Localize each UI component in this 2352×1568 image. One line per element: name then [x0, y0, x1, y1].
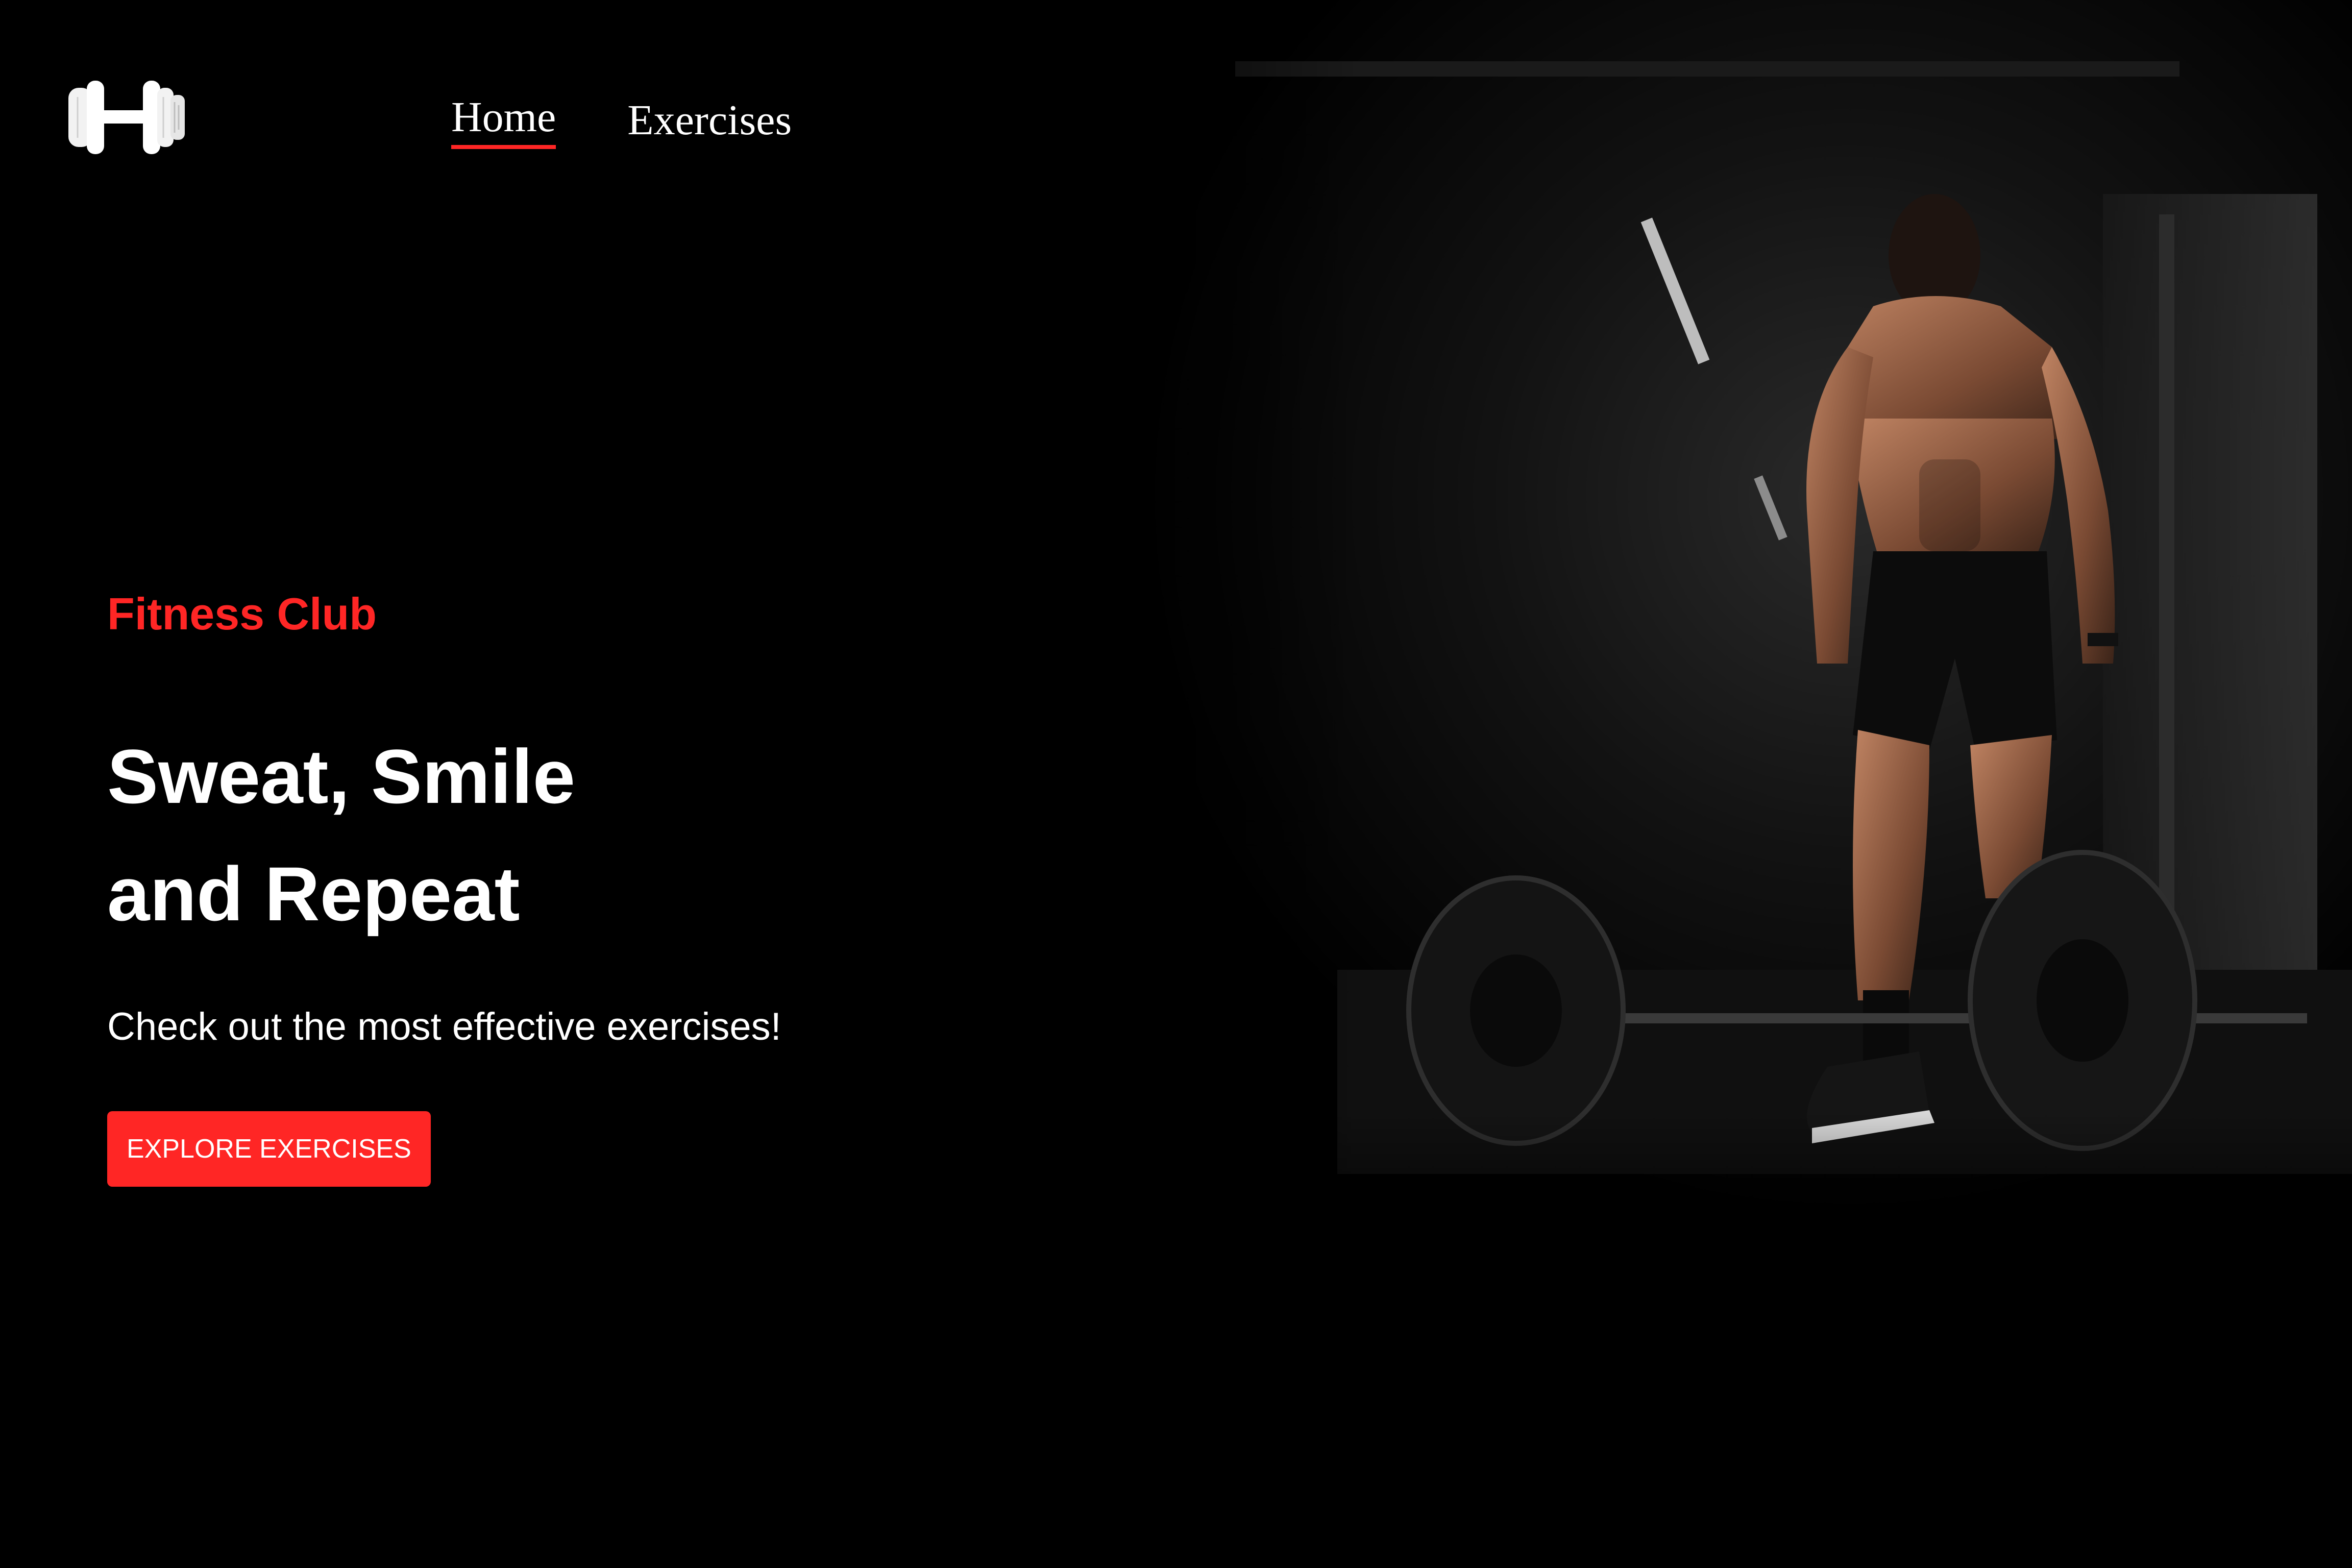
nav-home-link[interactable]: Home [451, 93, 556, 150]
hero-title-line-2: and Repeat [107, 850, 520, 937]
landing-page: Home Exercises Fitness Club Sweat, Smile… [0, 0, 2352, 1568]
hero-eyebrow: Fitness Club [107, 589, 377, 639]
main-nav: Home Exercises [451, 93, 792, 150]
explore-exercises-button[interactable]: EXPLORE EXERCISES [107, 1111, 431, 1187]
hero-subtitle: Check out the most effective exercises! [107, 1004, 781, 1048]
nav-exercises-link[interactable]: Exercises [627, 96, 792, 149]
logo[interactable] [66, 77, 189, 158]
athlete-barbell-image [1031, 0, 2352, 1307]
hero-title: Sweat, Smile and Repeat [107, 718, 1026, 952]
dumbbell-icon [68, 81, 185, 154]
hero-section: Fitness Club Sweat, Smile and Repeat Che… [107, 587, 1026, 1187]
hero-title-line-1: Sweat, Smile [107, 733, 576, 819]
banner-image [1031, 0, 2352, 1307]
